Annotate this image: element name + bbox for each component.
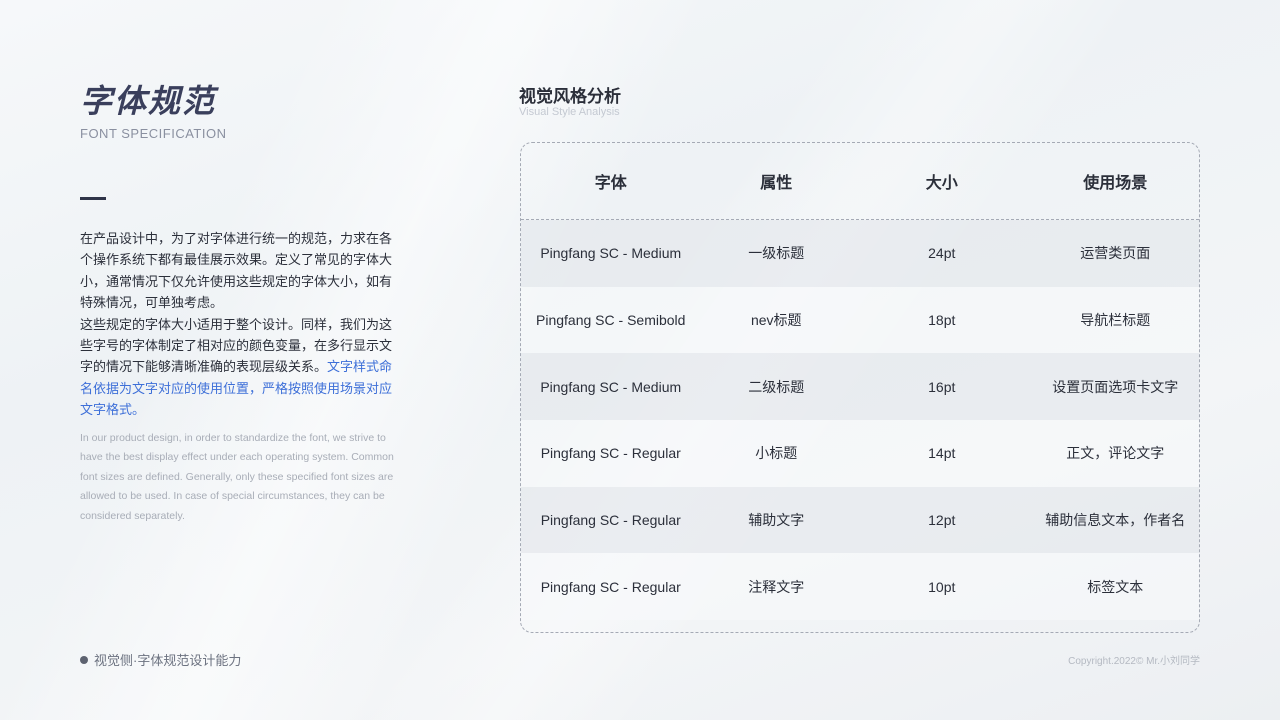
- cell-font: Pingfang SC - Regular: [540, 512, 681, 529]
- description-part1: 在产品设计中，为了对字体进行统一的规范，力求在各个操作系统下都有最佳展示效果。定…: [80, 231, 393, 311]
- cell-usage: 正文，评论文字: [1066, 445, 1165, 462]
- cell-attribute: 注释文字: [748, 578, 805, 595]
- header-font: 字体: [594, 175, 627, 192]
- footer-caption-text: 视觉侧·字体规范设计能力: [94, 653, 242, 668]
- section-subtitle: Visual Style Analysis: [519, 106, 620, 118]
- cell-attribute: 小标题: [755, 445, 798, 462]
- left-column: 字体规范 FONT SPECIFICATION 在产品设计中，为了对字体进行统一…: [80, 82, 410, 526]
- header-usage: 使用场景: [1083, 175, 1148, 192]
- cell-size: 10pt: [928, 578, 956, 595]
- table-row: Pingfang SC - Semibold nev标题 18pt 导航栏标题: [521, 286, 1199, 354]
- header-attribute: 属性: [760, 175, 793, 192]
- cell-size: 12pt: [928, 512, 956, 529]
- cell-font: Pingfang SC - Regular: [540, 578, 681, 595]
- cell-size: 16pt: [928, 378, 956, 395]
- table-row: Pingfang SC - Regular 注释文字 10pt 标签文本: [521, 553, 1199, 621]
- bullet-dot-icon: [80, 655, 88, 664]
- cell-font: Pingfang SC - Medium: [540, 378, 682, 395]
- cell-attribute: nev标题: [750, 312, 802, 329]
- cell-size: 18pt: [928, 312, 956, 329]
- table-row: Pingfang SC - Medium 一级标题 24pt 运营类页面: [521, 220, 1199, 287]
- cell-font: Pingfang SC - Medium: [540, 245, 682, 262]
- title-divider: [80, 197, 106, 200]
- header-size: 大小: [925, 175, 958, 192]
- cell-usage: 设置页面选项卡文字: [1052, 378, 1179, 395]
- cell-attribute: 辅助文字: [748, 512, 805, 529]
- cell-usage: 标签文本: [1087, 578, 1144, 595]
- copyright: Copyright.2022© Mr.小刘同学: [1068, 656, 1200, 667]
- section-title: 视觉风格分析: [519, 87, 621, 106]
- table-row: Pingfang SC - Regular 辅助文字 12pt 辅助信息文本，作…: [521, 486, 1199, 554]
- page-title: 字体规范: [80, 83, 217, 119]
- description-cn: 在产品设计中，为了对字体进行统一的规范，力求在各个操作系统下都有最佳展示效果。定…: [80, 228, 400, 421]
- cell-attribute: 一级标题: [748, 245, 805, 262]
- table-row: Pingfang SC - Medium 二级标题 16pt 设置页面选项卡文字: [521, 353, 1199, 421]
- cell-usage: 辅助信息文本，作者名: [1045, 512, 1186, 529]
- page-subtitle: FONT SPECIFICATION: [80, 126, 227, 141]
- cell-font: Pingfang SC - Semibold: [536, 312, 686, 329]
- cell-attribute: 二级标题: [748, 378, 805, 395]
- cell-usage: 导航栏标题: [1080, 312, 1151, 329]
- cell-size: 24pt: [928, 245, 956, 262]
- table-header: 字体 属性 大小 使用场景: [521, 143, 1199, 220]
- cell-usage: 运营类页面: [1080, 245, 1151, 262]
- table-row: Pingfang SC - Regular 小标题 14pt 正文，评论文字: [521, 420, 1199, 487]
- footer-caption: 视觉侧·字体规范设计能力: [80, 650, 241, 669]
- font-spec-table: 字体 属性 大小 使用场景 Pingfang SC - Medium 一级标题 …: [520, 142, 1200, 633]
- cell-font: Pingfang SC - Regular: [540, 445, 681, 462]
- cell-size: 14pt: [928, 445, 956, 462]
- description-en: In our product design, in order to stand…: [80, 431, 394, 522]
